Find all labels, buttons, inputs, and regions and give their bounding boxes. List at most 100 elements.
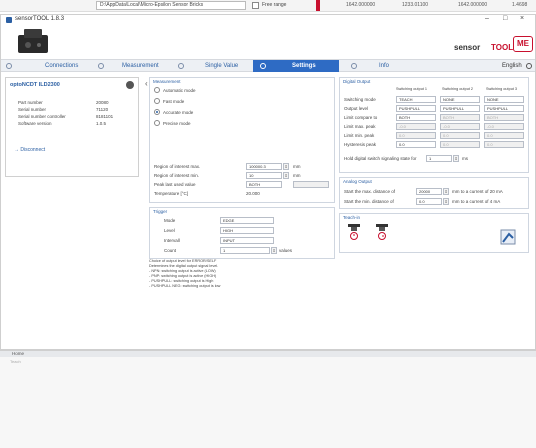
sensor-info-value: 71120 xyxy=(96,107,109,112)
digital-output-box: Digital Output Switching output 1 Switch… xyxy=(339,77,529,173)
field-label: Count xyxy=(164,248,177,253)
field-label: Level xyxy=(164,228,175,233)
switching-mode-2[interactable]: NONE xyxy=(440,96,480,103)
brand-mark-icon: ME xyxy=(513,36,533,52)
row-suffix: mm to a current of 4 mA xyxy=(452,199,501,204)
analog-max-input[interactable]: 20000 xyxy=(416,188,442,195)
bottom-left-text: Teach xyxy=(10,359,21,364)
switching-mode-3[interactable]: NONE xyxy=(484,96,524,103)
tab-info[interactable]: Info xyxy=(379,60,389,72)
hold-time-input[interactable]: 1 xyxy=(426,155,452,162)
unit-label: values xyxy=(279,248,293,253)
sensor-info-value: 1.0.5 xyxy=(96,121,107,126)
gear-icon[interactable] xyxy=(126,81,134,89)
trigger-interval-select[interactable]: INPUT xyxy=(220,237,274,244)
main-nav: Connections Measurement Single Value Set… xyxy=(1,59,535,72)
unit-label: mm xyxy=(293,164,301,169)
teach-max-icon[interactable] xyxy=(346,223,362,241)
background-value-3: 1642.000000 xyxy=(458,2,488,8)
peak-secondary-select xyxy=(293,181,329,188)
limit-compare-3: BOTH xyxy=(484,114,524,121)
field-label: Mode xyxy=(164,218,176,223)
row-suffix: mm to a current of 20 mA xyxy=(452,189,503,194)
trigger-count-input[interactable]: 1 xyxy=(220,247,270,254)
teach-min-icon[interactable] xyxy=(374,223,390,241)
radio-label: Accurate mode xyxy=(163,110,194,115)
radio-label: Automatic mode xyxy=(163,88,196,93)
measurement-icon xyxy=(98,63,104,69)
row-label: Output level xyxy=(344,106,369,111)
limit-min-1: 0.0 xyxy=(396,132,436,139)
bottom-label: Home xyxy=(12,351,25,356)
output-level-1[interactable]: PUSHPULL xyxy=(396,105,436,112)
roi-max-input[interactable]: 100000.3 xyxy=(246,163,282,170)
peak-select[interactable]: BOTH xyxy=(246,181,282,188)
sensor-info-label: Software version xyxy=(18,121,52,126)
trigger-settings-box: Trigger Mode EDGE Level HIGH Intervall I… xyxy=(149,207,335,259)
help-icon[interactable] xyxy=(526,63,532,69)
radio-fast-mode[interactable] xyxy=(154,98,160,104)
sensor-info-label: Serial number xyxy=(18,107,47,112)
limit-min-3: 0.0 xyxy=(484,132,524,139)
analog-min-input[interactable]: 0.0 xyxy=(416,198,442,205)
tab-settings-active[interactable]: Settings xyxy=(253,60,339,72)
roi-max-stepper[interactable]: ⇕ xyxy=(283,163,289,170)
switching-mode-1[interactable]: TEACH xyxy=(396,96,436,103)
bottom-status-bar: Home xyxy=(0,350,536,357)
row-label: Hysteresis peak xyxy=(344,142,377,147)
minimize-button[interactable]: – xyxy=(485,15,489,22)
tab-measurement[interactable]: Measurement xyxy=(122,60,159,72)
chevron-left-icon[interactable]: ‹ xyxy=(145,79,148,88)
tab-single-value[interactable]: Single Value xyxy=(205,60,238,72)
title-bar: sensorTOOL 1.8.3 – □ × xyxy=(1,15,535,25)
output-level-3[interactable]: PUSHPULL xyxy=(484,105,524,112)
brand-logo-sensor: sensor xyxy=(454,43,481,52)
trigger-count-stepper[interactable]: ⇕ xyxy=(271,247,277,254)
trigger-mode-select[interactable]: EDGE xyxy=(220,217,274,224)
box-title: Trigger xyxy=(153,209,168,214)
trigger-level-select[interactable]: HIGH xyxy=(220,227,274,234)
roi-min-input[interactable]: 10 xyxy=(246,172,282,179)
background-value-4: 1.4698 xyxy=(512,2,528,8)
limit-max-1: -0.0 xyxy=(396,123,436,130)
sensortool-window: sensorTOOL 1.8.3 – □ × sensor TOOL ME Co… xyxy=(0,14,536,350)
hold-time-stepper[interactable]: ⇕ xyxy=(453,155,459,162)
maximize-button[interactable]: □ xyxy=(503,15,507,22)
column-header: Switching output 2 xyxy=(442,87,474,91)
background-red-marker xyxy=(316,0,320,11)
radio-accurate-mode[interactable] xyxy=(154,109,160,115)
background-path-field: D:\AppData\Local\Micro-Epsilon Sensor Br… xyxy=(96,1,246,10)
hysteresis-1[interactable]: 0.0 xyxy=(396,141,436,148)
box-title: Digital Output xyxy=(343,79,371,84)
box-title: Measurement xyxy=(153,79,181,84)
radio-label: Fast mode xyxy=(163,99,185,104)
analog-min-stepper[interactable]: ⇕ xyxy=(443,198,449,205)
tab-connections[interactable]: Connections xyxy=(45,60,78,72)
language-selector[interactable]: English xyxy=(502,60,522,72)
sensor-info-value: 8181101 xyxy=(96,114,114,119)
disconnect-label: Disconnect xyxy=(20,147,46,153)
measurement-settings-box: Measurement Automatic mode Fast mode Acc… xyxy=(149,77,335,203)
column-header: Switching output 1 xyxy=(396,87,428,91)
hysteresis-2: 0.0 xyxy=(440,141,480,148)
apply-icon[interactable] xyxy=(499,228,517,246)
analog-output-box: Analog Output Start the max. distance of… xyxy=(339,177,529,209)
unit-label: mm xyxy=(293,173,301,178)
radio-precise-mode[interactable] xyxy=(154,120,160,126)
settings-icon xyxy=(260,63,266,69)
sensor-info-value: 20080 xyxy=(96,100,109,105)
output-level-2[interactable]: PUSHPULL xyxy=(440,105,480,112)
limit-compare-1[interactable]: BOTH xyxy=(396,114,436,121)
bottom-area: Teach xyxy=(0,357,536,448)
close-button[interactable]: × xyxy=(520,15,524,22)
analog-max-stepper[interactable]: ⇕ xyxy=(443,188,449,195)
background-checkbox[interactable] xyxy=(252,2,259,9)
disconnect-link[interactable]: → Disconnect xyxy=(14,147,45,153)
radio-automatic-mode[interactable] xyxy=(154,87,160,93)
radio-label: Precise mode xyxy=(163,121,191,126)
roi-min-stepper[interactable]: ⇕ xyxy=(283,172,289,179)
background-checkbox-label: Free range xyxy=(262,2,287,8)
row-label: Limit max. peak xyxy=(344,124,376,129)
tab-settings[interactable]: Settings xyxy=(292,60,316,72)
row-label: Limit min. peak xyxy=(344,133,375,138)
